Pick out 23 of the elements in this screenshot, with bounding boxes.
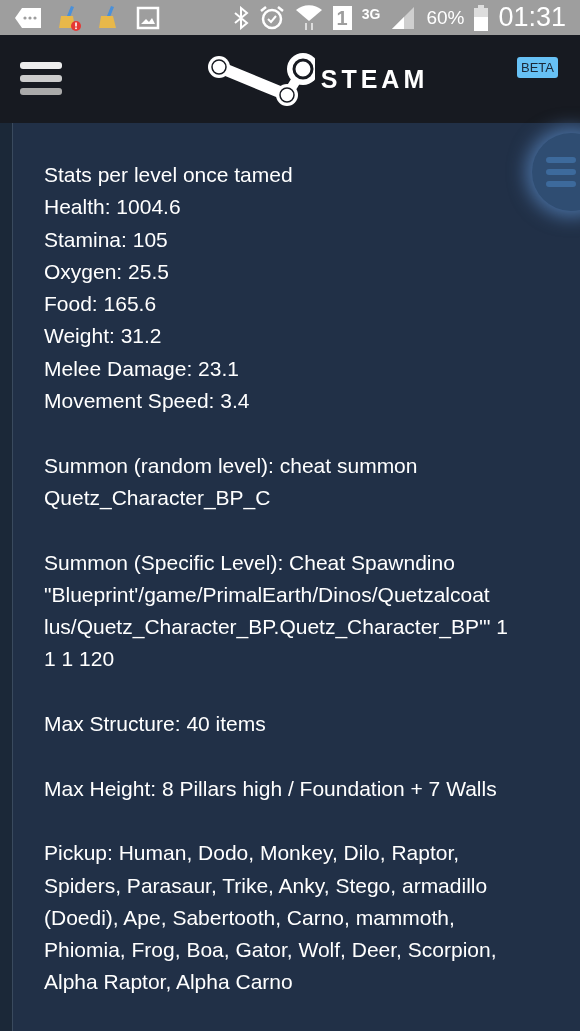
broom-icon: [56, 3, 82, 32]
wifi-icon: [294, 4, 323, 31]
sim-indicator: 1: [332, 5, 352, 30]
bluetooth-icon: [232, 5, 249, 30]
text-paragraph: Pickup: Human, Dodo, Monkey, Dilo, Raptor, Spiders, Parasaur, Trike, Anky, Stego, armadillo (Doedi), Ape, Sabertooth, Carno, mammoth, Phiomia, Frog, Boa, Gator, Wolf, Deer, Scorpion, Alpha Raptor, Alpha Carno: [44, 840, 497, 996]
menu-icon: [546, 155, 576, 189]
menu-button[interactable]: [20, 62, 62, 97]
text-paragraph: Max Structure: 40 items: [44, 711, 266, 738]
menu-icon: [20, 62, 62, 97]
battery-percentage: 60%: [426, 6, 465, 29]
beta-badge: BETA: [517, 57, 558, 79]
alarm-clock-icon: [258, 4, 285, 31]
clock-time: 01:31: [498, 2, 566, 34]
network-type: 3G: [361, 6, 381, 23]
text-paragraph: Summon (random level): cheat summon Quetz_Character_BP_C: [44, 452, 418, 512]
battery-icon: [474, 4, 489, 31]
steam-wordmark: STEAM: [320, 64, 429, 94]
text-paragraph: Summon (Specific Level): Cheat Spawndino "Blueprint'/game/PrimalEarth/Dinos/Quetzalcoat lus/Quetz_Character_BP.Quetz_Character_BP'" 1 1 1 120: [44, 549, 508, 673]
text-paragraph: Stats per level once tamed Health: 1004.6 Stamina: 105 Oxygen: 25.5 Food: 165.6 Weight: 31.2 Melee Damage: 23.1 Movement Speed: 3.4: [44, 162, 293, 415]
text-paragraph: Max Height: 8 Pillars high / Foundation + 7 Walls: [44, 775, 497, 802]
message-icon: [14, 6, 42, 29]
image-icon: [136, 5, 160, 30]
steam-logo-icon: [206, 51, 315, 108]
